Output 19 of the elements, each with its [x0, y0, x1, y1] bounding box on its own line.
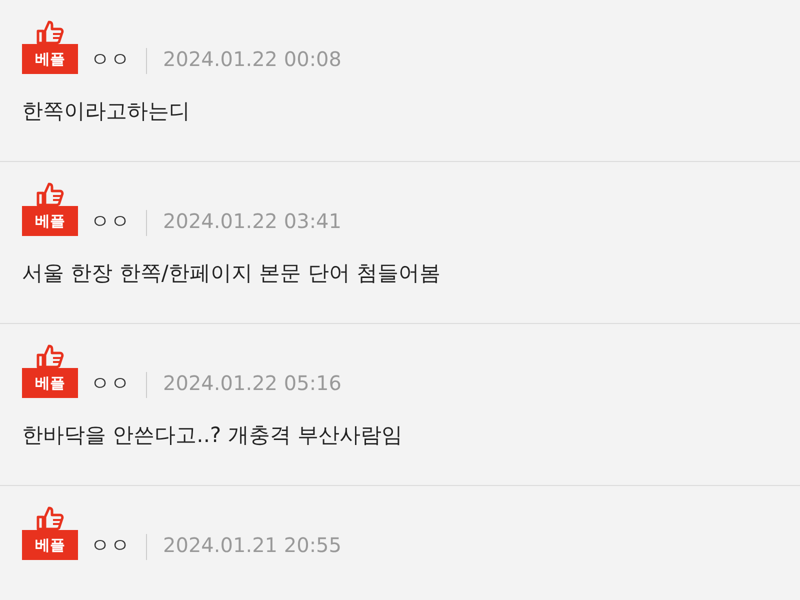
author-name: ㅇㅇ: [90, 532, 130, 559]
comment-date: 2024.01.22 00:08: [163, 46, 342, 73]
best-reply-badge: 베플: [22, 44, 78, 74]
thumbs-up-icon: [35, 20, 65, 44]
comment-text: 한쪽이라고하는디: [22, 98, 191, 125]
author-name: ㅇㅇ: [90, 208, 130, 235]
comment-text: 서울 한장 한쪽/한페이지 본문 단어 첨들어봄: [22, 260, 442, 287]
thumbs-up-icon: [35, 344, 65, 368]
comment-text: 한바닥을 안쓴다고..? 개충격 부산사람임: [22, 422, 404, 449]
comment-date: 2024.01.22 03:41: [163, 208, 342, 235]
author-name: ㅇㅇ: [90, 46, 130, 73]
comment-date: 2024.01.22 05:16: [163, 370, 342, 397]
thumbs-up-icon: [35, 506, 65, 530]
author-name: ㅇㅇ: [90, 370, 130, 397]
best-reply-badge: 베플: [22, 530, 78, 560]
best-reply-badge: 베플: [22, 206, 78, 236]
best-reply-badge: 베플: [22, 368, 78, 398]
thumbs-up-icon: [35, 182, 65, 206]
comment-date: 2024.01.21 20:55: [163, 532, 342, 559]
